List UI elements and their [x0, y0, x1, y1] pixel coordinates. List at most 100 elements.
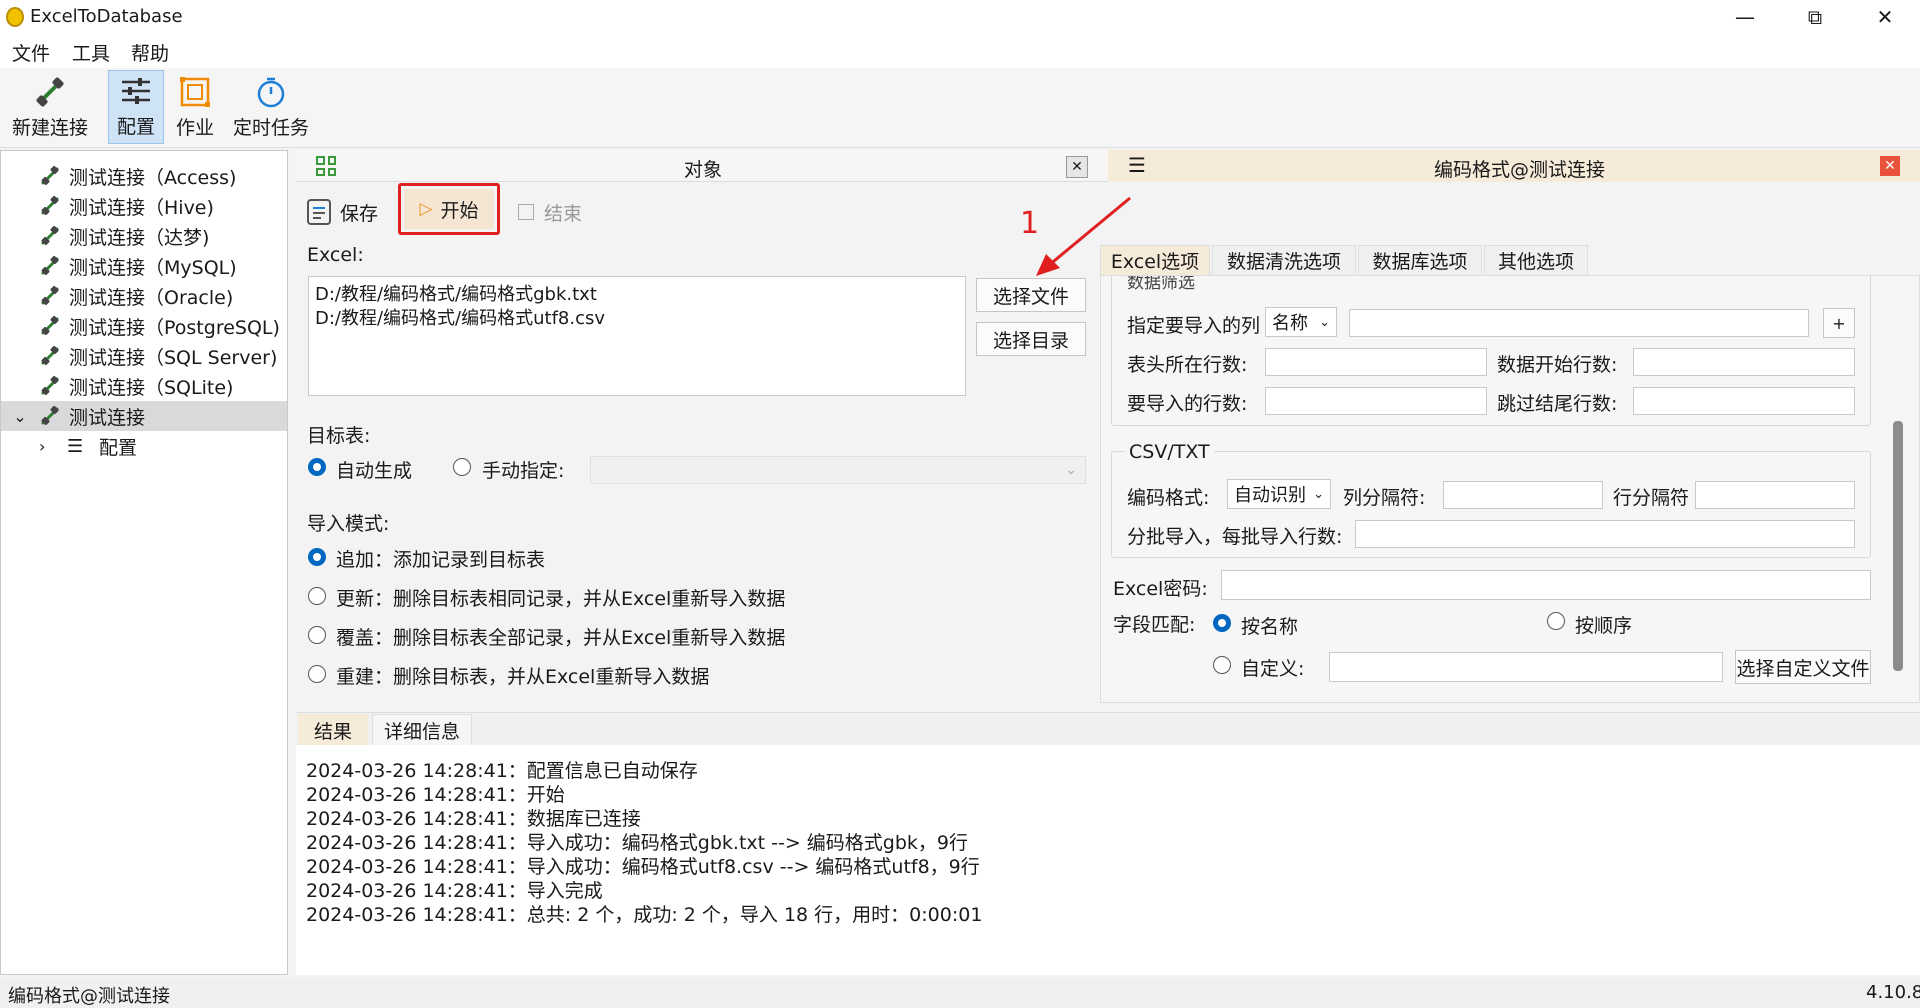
data-start-row-input[interactable] [1633, 348, 1855, 376]
new-connection-button[interactable]: 新建连接 [6, 70, 94, 144]
close-object-panel-button[interactable]: ✕ [1066, 156, 1088, 178]
tree-item-connection[interactable]: 测试连接（PostgreSQL) [1, 311, 287, 341]
tree-item-selected-connection[interactable]: ⌄ 测试连接 [1, 401, 287, 431]
import-columns-input[interactable] [1349, 309, 1809, 337]
connection-icon [39, 315, 69, 337]
config-scrollbar[interactable] [1893, 421, 1903, 671]
tree-item-label: 测试连接（达梦) [69, 226, 210, 249]
encoding-label: 编码格式: [1127, 487, 1210, 509]
excel-password-input[interactable] [1221, 570, 1871, 600]
mode-overwrite-radio[interactable] [308, 626, 326, 644]
job-label: 作业 [175, 117, 214, 139]
tree-item-label: 配置 [99, 436, 138, 459]
mode-append-radio[interactable] [308, 548, 326, 566]
file-entry[interactable]: D:/教程/编码格式/编码格式utf8.csv [315, 307, 959, 331]
collapsed-chevron-icon[interactable]: › [39, 437, 67, 456]
close-window-button[interactable]: ✕ [1850, 0, 1920, 34]
scheduled-task-button[interactable]: 定时任务 [230, 70, 312, 144]
sliders-icon: ☰ [1128, 153, 1146, 177]
tab-details[interactable]: 详细信息 [372, 714, 472, 746]
import-columns-select[interactable]: 名称 ⌄ [1265, 307, 1337, 337]
import-mode-label: 导入模式: [307, 513, 390, 535]
menu-bar: 文件 工具 帮助 [0, 34, 1920, 68]
minimize-button[interactable]: — [1710, 0, 1780, 34]
header-row-input[interactable] [1265, 348, 1487, 376]
tab-other-options[interactable]: 其他选项 [1484, 245, 1588, 275]
status-text: 编码格式@测试连接 [8, 986, 170, 1007]
save-button[interactable]: 保存 [306, 194, 378, 230]
import-columns-select-value: 名称 [1272, 313, 1308, 334]
select-directory-button[interactable]: 选择目录 [976, 322, 1086, 356]
config-label: 配置 [116, 116, 155, 138]
tree-item-label: 测试连接（SQLite) [69, 376, 234, 399]
tree-item-connection[interactable]: 测试连接（达梦) [1, 221, 287, 251]
save-label: 保存 [340, 202, 379, 225]
end-button[interactable]: 结束 [518, 194, 582, 230]
excel-file-list[interactable]: D:/教程/编码格式/编码格式gbk.txt D:/教程/编码格式/编码格式ut… [308, 276, 966, 396]
menu-tools[interactable]: 工具 [72, 39, 110, 66]
batch-size-input[interactable] [1355, 520, 1855, 548]
tree-item-label: 测试连接（Access) [69, 166, 237, 189]
custom-file-input[interactable] [1329, 652, 1723, 682]
excel-options-pane: 数据筛选 指定要导入的列 名称 ⌄ + 表头所在行数: 数据开始行数: 要导入的行… [1100, 275, 1920, 703]
row-separator-input[interactable] [1695, 481, 1855, 509]
start-button[interactable]: ▷ 开始 [404, 189, 494, 229]
save-icon [307, 199, 331, 225]
match-by-order-radio[interactable] [1547, 612, 1565, 630]
encoding-select[interactable]: 自动识别 ⌄ [1227, 479, 1331, 509]
config-panel-header: ☰ 编码格式@测试连接 ✕ [1108, 150, 1920, 182]
connection-icon [39, 225, 69, 247]
select-file-button[interactable]: 选择文件 [976, 278, 1086, 312]
select-custom-file-button[interactable]: 选择自定义文件 [1735, 650, 1871, 684]
app-logo-icon [6, 7, 24, 27]
match-by-name-radio[interactable] [1213, 614, 1231, 632]
mode-update-radio[interactable] [308, 587, 326, 605]
expand-chevron-icon[interactable]: ⌄ [1, 407, 39, 426]
object-panel-title: 对象 [684, 159, 723, 181]
end-label: 结束 [544, 202, 583, 225]
match-custom-radio[interactable] [1213, 656, 1231, 674]
auto-generate-radio[interactable] [308, 458, 326, 476]
plug-icon [36, 77, 64, 107]
tree-item-connection[interactable]: 测试连接（Oracle) [1, 281, 287, 311]
match-by-order-label: 按顺序 [1575, 615, 1633, 637]
tab-database-options[interactable]: 数据库选项 [1358, 245, 1482, 275]
job-icon [180, 77, 210, 107]
connection-tree: 测试连接（Access) 测试连接（Hive) 测试连接（达梦) 测试连接（MySQL… [0, 150, 288, 975]
tree-item-connection[interactable]: 测试连接（Hive) [1, 191, 287, 221]
skip-tail-rows-input[interactable] [1633, 387, 1855, 415]
tree-item-label: 测试连接（MySQL) [69, 256, 237, 279]
tree-item-label: 测试连接（SQL Server) [69, 346, 278, 369]
tree-item-label: 测试连接 [69, 406, 146, 429]
match-custom-label: 自定义: [1241, 658, 1305, 680]
job-button[interactable]: 作业 [170, 70, 220, 144]
menu-help[interactable]: 帮助 [131, 39, 169, 66]
maximize-button[interactable]: ⧉ [1780, 0, 1850, 34]
config-button[interactable]: 配置 [108, 70, 164, 144]
row-separator-label: 行分隔符 [1613, 487, 1690, 509]
manual-label: 手动指定: [482, 460, 565, 482]
tree-item-label: 测试连接（Hive) [69, 196, 214, 219]
menu-file[interactable]: 文件 [12, 39, 50, 66]
manual-radio[interactable] [453, 458, 471, 476]
tab-data-cleaning[interactable]: 数据清洗选项 [1212, 245, 1356, 275]
tree-item-connection[interactable]: 测试连接（SQL Server) [1, 341, 287, 371]
tree-item-label: 测试连接（PostgreSQL) [69, 316, 280, 339]
rows-to-import-input[interactable] [1265, 387, 1487, 415]
tab-result[interactable]: 结果 [298, 714, 368, 746]
tree-item-config[interactable]: › ☰ 配置 [1, 431, 287, 461]
close-config-panel-button[interactable]: ✕ [1880, 156, 1900, 176]
tree-item-connection[interactable]: 测试连接（Access) [1, 161, 287, 191]
column-separator-input[interactable] [1443, 481, 1603, 509]
play-icon: ▷ [419, 199, 433, 219]
target-table-select[interactable]: ⌄ [590, 456, 1086, 484]
tree-item-connection[interactable]: 测试连接（SQLite) [1, 371, 287, 401]
mode-rebuild-radio[interactable] [308, 665, 326, 683]
tree-item-connection[interactable]: 测试连接（MySQL) [1, 251, 287, 281]
file-entry[interactable]: D:/教程/编码格式/编码格式gbk.txt [315, 283, 959, 307]
encoding-select-value: 自动识别 [1234, 485, 1306, 506]
add-column-button[interactable]: + [1823, 308, 1855, 338]
config-panel-title: 编码格式@测试连接 [1434, 159, 1606, 181]
tab-excel-options[interactable]: Excel选项 [1100, 245, 1210, 275]
log-line: 2024-03-26 14:28:41：总共: 2 个，成功: 2 个，导入 1… [306, 904, 983, 926]
